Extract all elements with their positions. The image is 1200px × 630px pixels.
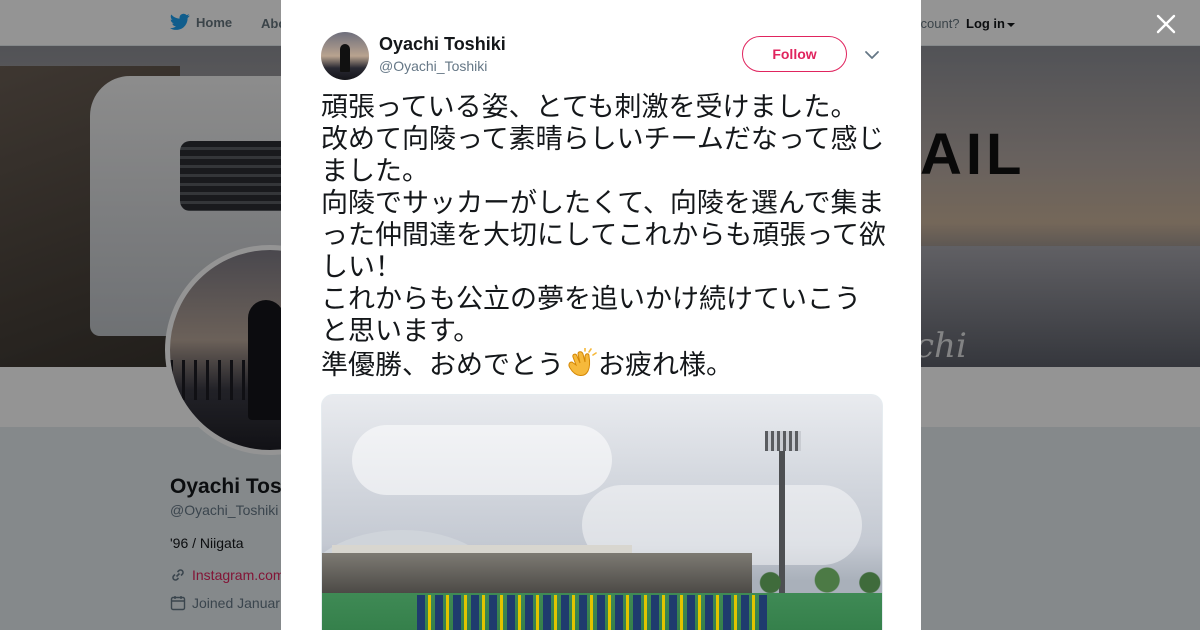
photo-stand [322, 553, 752, 593]
photo-trees [742, 567, 882, 593]
close-icon[interactable] [1152, 10, 1180, 38]
follow-button[interactable]: Follow [742, 36, 847, 72]
photo-cloud [352, 425, 612, 495]
photo-floodlight [765, 431, 801, 451]
tweet-modal: Oyachi Toshiki @Oyachi_Toshiki Follow 頑張… [281, 0, 921, 630]
tweet-author-handle[interactable]: @Oyachi_Toshiki [379, 58, 487, 74]
photo-players [417, 595, 767, 630]
clapping-hands-icon [568, 348, 597, 376]
tweet-text-end: お疲れ様。 [598, 350, 733, 381]
tweet-text-body: 頑張っている姿、とても刺激を受けました。 改めて向陵って素晴らしいチームだなって… [321, 92, 886, 381]
tweet-photo[interactable] [321, 394, 883, 630]
tweet-author-name[interactable]: Oyachi Toshiki [379, 34, 506, 55]
chevron-down-icon[interactable] [863, 46, 881, 64]
tweet-author-avatar[interactable] [321, 32, 369, 80]
avatar-person [340, 44, 350, 72]
tweet-text: 頑張っている姿、とても刺激を受けました。 改めて向陵って素晴らしいチームだなって… [321, 92, 887, 382]
